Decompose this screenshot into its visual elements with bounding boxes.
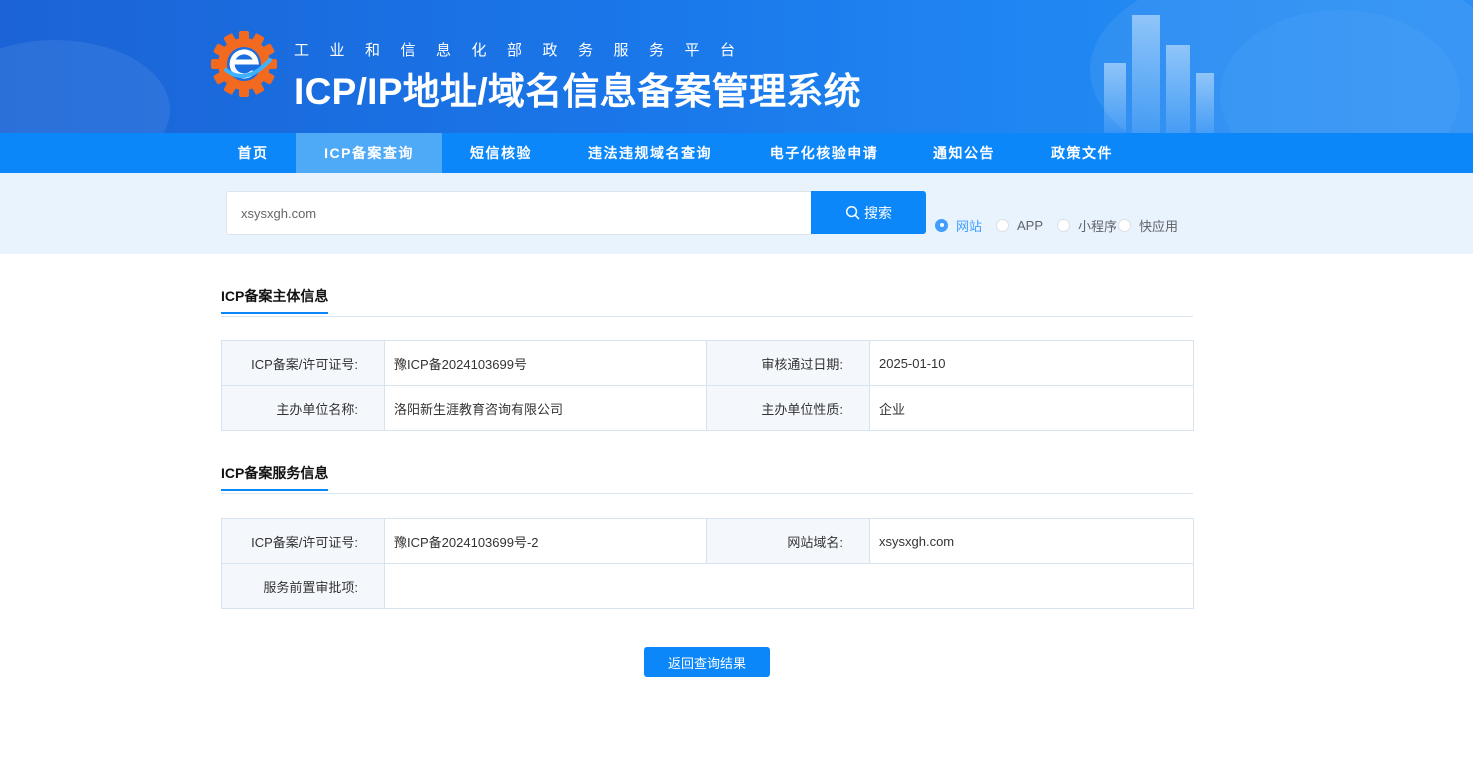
system-title: ICP/IP地址/域名信息备案管理系统 [294, 71, 861, 112]
section-divider [221, 493, 1193, 494]
radio-dot [935, 218, 948, 232]
organizer-name-label: 主办单位名称: [221, 385, 385, 431]
radio-website[interactable]: 网站 [935, 216, 982, 234]
nav-item-icp-query[interactable]: ICP备案查询 [296, 133, 442, 173]
platform-subtitle: 工业和信息化部政务服务平台 [294, 42, 756, 59]
service-info-table: ICP备案/许可证号: 豫ICP备2024103699号-2 网站域名: xsy… [221, 518, 1194, 609]
search-button-label: 搜索 [864, 204, 892, 221]
search-input[interactable] [226, 191, 812, 235]
pre-approval-value [384, 563, 1194, 609]
service-license-value: 豫ICP备2024103699号-2 [384, 518, 707, 564]
nav-item-illegal-domain[interactable]: 违法违规域名查询 [572, 133, 728, 173]
domain-label: 网站域名: [706, 518, 870, 564]
radio-label: 小程序 [1078, 218, 1118, 234]
radio-quick-app[interactable]: 快应用 [1118, 216, 1178, 234]
banner-decoration [0, 40, 170, 133]
organizer-type-label: 主办单位性质: [706, 385, 870, 431]
subject-info-table: ICP备案/许可证号: 豫ICP备2024103699号 审核通过日期: 202… [221, 340, 1194, 431]
search-icon [845, 205, 860, 220]
radio-mini-program[interactable]: 小程序 [1057, 216, 1117, 234]
section-title-subject-info: ICP备案主体信息 [221, 286, 329, 314]
nav-item-sms-verify[interactable]: 短信核验 [456, 133, 546, 173]
nav-item-e-verify-apply[interactable]: 电子化核验申请 [754, 133, 894, 173]
search-button[interactable]: 搜索 [811, 191, 926, 234]
back-to-results-button[interactable]: 返回查询结果 [644, 647, 770, 677]
radio-app[interactable]: APP [996, 216, 1043, 234]
nav-item-home[interactable]: 首页 [221, 133, 285, 173]
gear-e-logo-icon [211, 31, 277, 97]
search-bar-area: 搜索 网站 APP 小程序 快应用 [0, 173, 1473, 254]
nav-item-policies[interactable]: 政策文件 [1036, 133, 1128, 173]
city-skyline-decoration [1196, 73, 1214, 133]
organizer-type-value: 企业 [869, 385, 1194, 431]
radio-label: 快应用 [1139, 218, 1179, 234]
nav-item-notices[interactable]: 通知公告 [918, 133, 1010, 173]
radio-label: APP [1017, 217, 1044, 233]
section-title-service-info: ICP备案服务信息 [221, 463, 329, 491]
table-row: ICP备案/许可证号: 豫ICP备2024103699号 审核通过日期: 202… [221, 340, 1194, 386]
pre-approval-label: 服务前置审批项: [221, 563, 385, 609]
main-nav: 首页 ICP备案查询 短信核验 违法违规域名查询 电子化核验申请 通知公告 政策… [0, 133, 1473, 173]
radio-label: 网站 [956, 218, 983, 234]
table-row: 主办单位名称: 洛阳新生涯教育咨询有限公司 主办单位性质: 企业 [221, 385, 1194, 431]
table-row: 服务前置审批项: [221, 563, 1194, 609]
organizer-name-value: 洛阳新生涯教育咨询有限公司 [384, 385, 707, 431]
license-label: ICP备案/许可证号: [221, 340, 385, 386]
table-row: ICP备案/许可证号: 豫ICP备2024103699号-2 网站域名: xsy… [221, 518, 1194, 564]
section-divider [221, 316, 1193, 317]
approval-date-label: 审核通过日期: [706, 340, 870, 386]
radio-dot [1118, 218, 1131, 232]
approval-date-value: 2025-01-10 [869, 340, 1194, 386]
city-skyline-decoration [1104, 63, 1126, 133]
city-skyline-decoration [1132, 15, 1160, 133]
radio-dot [996, 218, 1009, 232]
domain-value: xsysxgh.com [869, 518, 1194, 564]
radio-dot [1057, 218, 1070, 232]
header-banner: 工业和信息化部政务服务平台 ICP/IP地址/域名信息备案管理系统 [0, 0, 1473, 133]
service-license-label: ICP备案/许可证号: [221, 518, 385, 564]
city-skyline-decoration [1166, 45, 1190, 133]
license-value: 豫ICP备2024103699号 [384, 340, 707, 386]
